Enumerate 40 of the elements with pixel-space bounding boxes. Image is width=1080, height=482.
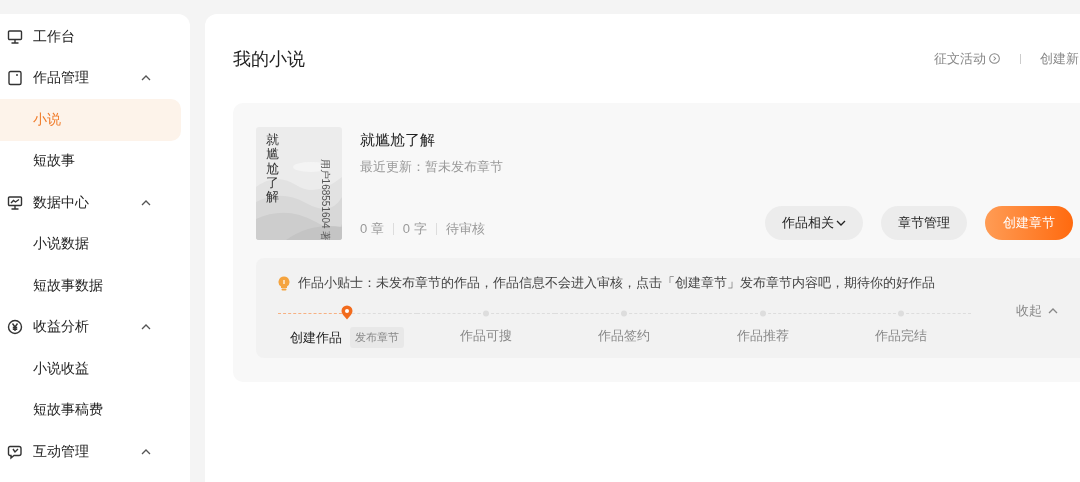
header-link[interactable]: 创建新 xyxy=(1040,49,1079,68)
chapter-count: 0 章 xyxy=(360,220,384,238)
header-link[interactable]: 征文活动 xyxy=(934,49,1000,68)
sidebar-item[interactable]: 小说收益 xyxy=(0,348,181,390)
chapter-manage-button[interactable]: 章节管理 xyxy=(881,206,967,240)
sidebar-group[interactable]: 互动管理 xyxy=(0,431,181,473)
step-label: 作品可搜 xyxy=(459,327,512,345)
sidebar-group[interactable]: 数据中心 xyxy=(0,182,181,224)
sidebar-item[interactable]: 短故事数据 xyxy=(0,265,181,307)
step-label: 作品完结 xyxy=(875,327,928,345)
document-icon xyxy=(7,70,23,87)
chevron-up-icon xyxy=(1048,308,1058,314)
chevron-up-icon xyxy=(141,324,151,331)
step-tag: 发布章节 xyxy=(350,327,405,348)
chevron-down-icon xyxy=(836,220,846,226)
tip-text: 作品小贴士：未发布章节的作品，作品信息不会进入审核，点击「创建章节」发布章节内容吧，期待你的好作品 xyxy=(298,274,935,292)
sidebar-item[interactable]: 短故事稿费 xyxy=(0,389,181,431)
cover-title: 就尴尬了解 xyxy=(266,133,279,205)
monitor-icon xyxy=(7,28,23,45)
sidebar-item[interactable]: 工作台 xyxy=(0,16,181,58)
novel-title: 就尴尬了解 xyxy=(360,131,436,150)
sidebar-item[interactable]: 小说数据 xyxy=(0,223,181,265)
word-count: 0 字 xyxy=(402,220,427,238)
sidebar-group[interactable]: 作品管理 xyxy=(0,57,181,99)
sidebar-group[interactable]: 收益分析 xyxy=(0,306,181,348)
chart-monitor-icon xyxy=(7,194,23,211)
page-title: 我的小说 xyxy=(233,47,306,71)
yen-icon xyxy=(7,319,23,336)
review-status: 待审核 xyxy=(445,220,485,238)
chevron-up-icon xyxy=(141,448,151,455)
chat-icon xyxy=(7,443,23,460)
lightbulb-icon xyxy=(278,275,290,291)
step-label: 创建作品 xyxy=(290,328,343,347)
step-label: 作品签约 xyxy=(598,327,651,345)
step-label: 作品推荐 xyxy=(736,327,789,345)
chevron-up-icon xyxy=(141,75,151,82)
chevron-up-icon xyxy=(141,199,151,206)
sidebar-item[interactable]: 短故事 xyxy=(0,140,181,182)
update-status: 最近更新：暂未发布章节 xyxy=(360,158,504,176)
dropdown-button[interactable]: 作品相关 xyxy=(765,206,863,240)
